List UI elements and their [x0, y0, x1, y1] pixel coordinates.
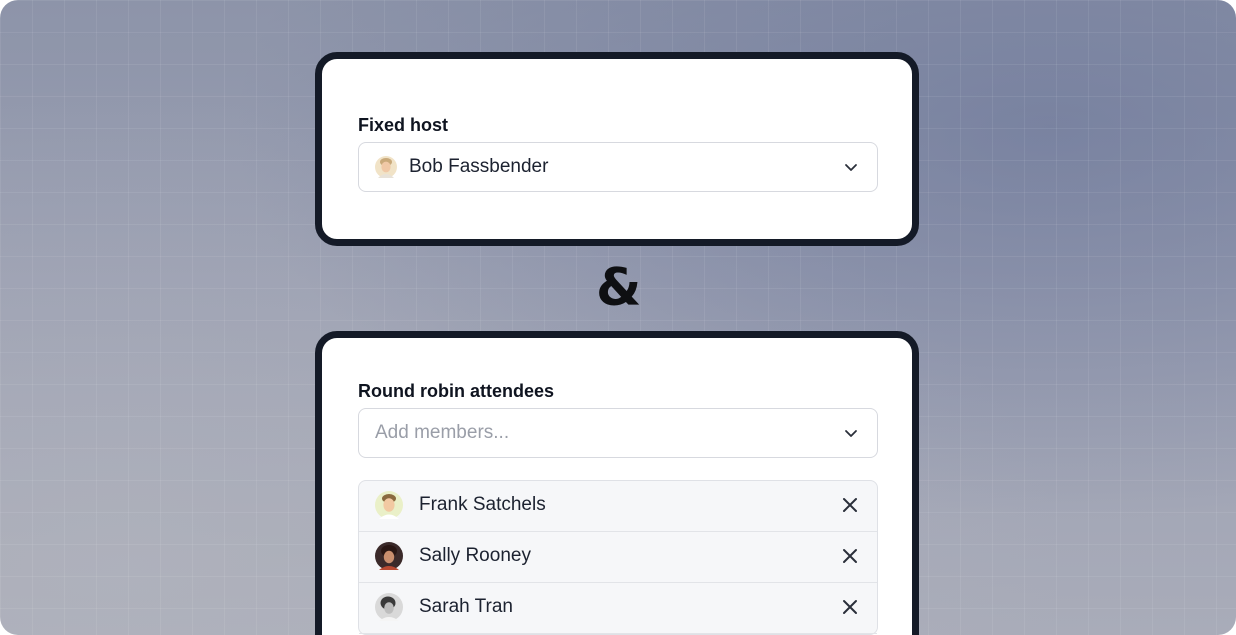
close-icon[interactable]: [841, 547, 859, 565]
chevron-down-icon[interactable]: [843, 425, 859, 441]
round-robin-card: Round robin attendees Add members... Fra…: [315, 331, 919, 635]
list-item: Frank Satchels: [359, 481, 877, 532]
avatar-frank-icon: [375, 491, 403, 519]
ampersand: &: [596, 258, 642, 318]
attendee-name: Sally Rooney: [419, 545, 531, 566]
chevron-down-icon[interactable]: [843, 159, 859, 175]
round-robin-label: Round robin attendees: [358, 381, 555, 401]
add-members-placeholder: Add members...: [375, 422, 510, 443]
fixed-host-label: Fixed host: [358, 115, 449, 135]
avatar-sarah-icon: [375, 593, 403, 621]
list-item: Sarah Tran: [359, 583, 877, 634]
fixed-host-select[interactable]: Bob Fassbender: [358, 142, 878, 192]
fixed-host-card: Fixed host Bob Fassbender: [315, 52, 919, 246]
attendee-name: Sarah Tran: [419, 596, 513, 617]
close-icon[interactable]: [841, 598, 859, 616]
fixed-host-value: Bob Fassbender: [409, 156, 549, 177]
attendee-list: Frank Satchels Sally Rooney Sarah Tran: [358, 480, 878, 635]
background: Fixed host Bob Fassbender & Round robin …: [0, 0, 1236, 635]
close-icon[interactable]: [841, 496, 859, 514]
list-item: Sally Rooney: [359, 532, 877, 583]
avatar-sally-icon: [375, 542, 403, 570]
attendee-name: Frank Satchels: [419, 494, 546, 515]
add-members-select[interactable]: Add members...: [358, 408, 878, 458]
avatar-bob-icon: [375, 156, 397, 178]
